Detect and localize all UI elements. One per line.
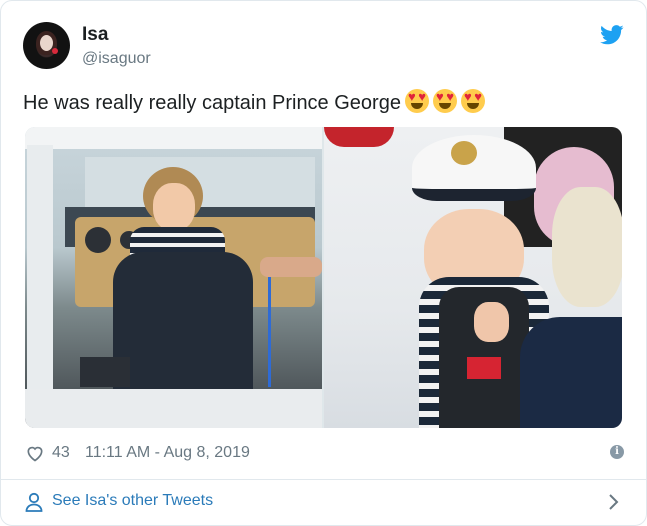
author-handle[interactable]: @isaguor (82, 50, 151, 68)
photo-boy-at-boat-helm[interactable] (25, 127, 322, 428)
like-heart-icon[interactable] (25, 443, 45, 463)
twitter-bird-icon[interactable] (600, 25, 624, 45)
tweet-card: Isa @isaguor He was really really captai… (0, 0, 647, 526)
tweet-text: He was really really captain Prince Geor… (23, 89, 485, 115)
heart-eyes-emoji-icon (404, 89, 429, 113)
person-icon (25, 492, 43, 512)
chevron-right-icon[interactable] (608, 492, 620, 512)
info-icon[interactable]: i (610, 445, 624, 459)
photo-boy-in-captain-hat[interactable] (324, 127, 622, 428)
divider (1, 479, 646, 480)
heart-eyes-emoji-icon (432, 89, 457, 113)
heart-eyes-emoji-icon (460, 89, 485, 113)
avatar[interactable] (23, 22, 70, 69)
tweet-header: Isa @isaguor (23, 21, 624, 71)
tweet-text-content: He was really really captain Prince Geor… (23, 92, 401, 114)
see-other-tweets-label[interactable]: See Isa's other Tweets (52, 492, 213, 510)
see-other-tweets-link[interactable]: See Isa's other Tweets (25, 489, 624, 517)
tweet-footer: 43 11:11 AM - Aug 8, 2019 i (25, 441, 624, 465)
author-name[interactable]: Isa (82, 24, 108, 46)
timestamp-link[interactable]: 11:11 AM - Aug 8, 2019 (85, 444, 250, 462)
like-count[interactable]: 43 (52, 444, 70, 462)
media-grid (25, 127, 622, 428)
